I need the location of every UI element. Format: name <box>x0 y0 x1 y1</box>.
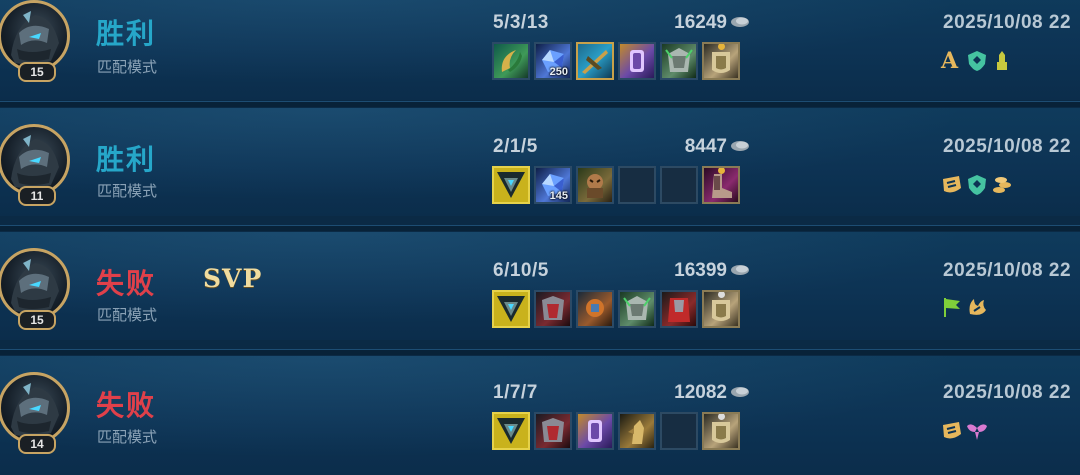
gold-icon <box>731 265 749 275</box>
gold-icon <box>731 141 749 151</box>
claw-mark-icon <box>941 420 963 442</box>
achievement-badges <box>941 420 988 442</box>
purple-banner-icon[interactable] <box>576 412 614 450</box>
game-mode: 匹配模式 <box>97 182 158 200</box>
flame-claw-icon <box>966 296 988 318</box>
game-mode: 匹配模式 <box>97 428 158 446</box>
gold-amount: 16249 <box>674 12 727 33</box>
champion-level: 15 <box>18 62 56 82</box>
sword-tooth-icon[interactable] <box>492 42 530 80</box>
red-cape-armor-icon[interactable] <box>660 290 698 328</box>
achievement-badges: A <box>941 50 1013 72</box>
yellow-triangle-emblem-icon[interactable] <box>492 166 530 204</box>
champion-portrait-icon <box>11 11 59 65</box>
match-date: 2025/10/08 22 <box>943 260 1072 281</box>
row-divider <box>0 225 1080 231</box>
champion-avatar: 11 <box>0 124 72 206</box>
red-dark-armor-icon[interactable] <box>534 412 572 450</box>
boots-trinket-icon[interactable] <box>702 166 740 204</box>
orange-mech-icon[interactable] <box>576 290 614 328</box>
gold-icon <box>731 387 749 397</box>
item-stack-count: 145 <box>549 190 568 202</box>
gold-amount: 8447 <box>684 136 727 157</box>
item-bar <box>492 412 740 450</box>
item-bar: 145 <box>492 166 740 204</box>
gold-armor-trinket-icon[interactable] <box>702 412 740 450</box>
item-stack-count: 250 <box>549 66 568 78</box>
blue-crystal-icon[interactable]: 145 <box>534 166 572 204</box>
gold-statue-icon[interactable] <box>618 412 656 450</box>
empty-item-slot[interactable] <box>618 166 656 204</box>
gold-amount: 12082 <box>674 382 727 403</box>
red-dark-armor-icon[interactable] <box>534 290 572 328</box>
achievement-badges <box>941 174 1013 196</box>
empty-item-slot[interactable] <box>660 166 698 204</box>
trinket-marker <box>718 292 725 298</box>
pink-wings-icon <box>966 420 988 442</box>
empty-item-slot[interactable] <box>660 412 698 450</box>
trinket-marker <box>718 414 725 420</box>
champion-portrait-icon <box>11 383 59 437</box>
match-result: 失败 <box>96 267 157 300</box>
orc-warrior-icon[interactable] <box>576 166 614 204</box>
trinket-marker <box>718 168 725 174</box>
blue-crystal-icon[interactable]: 250 <box>534 42 572 80</box>
tower-icon <box>991 50 1013 72</box>
claw-mark-icon <box>941 174 963 196</box>
match-row[interactable]: 11 胜利 匹配模式 2/1/5 8447 145 2025/10/08 22 <box>0 108 1080 216</box>
match-date: 2025/10/08 22 <box>943 382 1072 403</box>
shield-diamond-icon <box>966 50 988 72</box>
champion-avatar: 15 <box>0 248 72 330</box>
game-mode: 匹配模式 <box>97 58 158 76</box>
row-divider <box>0 101 1080 107</box>
gold-icon <box>731 17 749 27</box>
green-armor-icon[interactable] <box>618 290 656 328</box>
purple-banner-icon[interactable] <box>618 42 656 80</box>
match-result: 胜利 <box>96 143 157 176</box>
yellow-triangle-emblem-icon[interactable] <box>492 412 530 450</box>
green-flag-icon <box>941 296 963 318</box>
gold-armor-trinket-icon[interactable] <box>702 290 740 328</box>
champion-portrait-icon <box>11 135 59 189</box>
champion-level: 11 <box>18 186 56 206</box>
gold-armor-trinket-icon[interactable] <box>702 42 740 80</box>
champion-avatar: 15 <box>0 0 72 82</box>
coin-stack-icon <box>991 174 1013 196</box>
match-result: 失败 <box>96 389 157 422</box>
champion-level: 14 <box>18 434 56 454</box>
match-row[interactable]: 14 失败 匹配模式 1/7/7 12082 2025/10/08 22 <box>0 356 1080 475</box>
svp-badge: SVP <box>203 264 263 293</box>
gold-amount: 16399 <box>674 260 727 281</box>
kda: 5/3/13 <box>493 12 549 33</box>
match-date: 2025/10/08 22 <box>943 136 1072 157</box>
gold-crossbow-icon[interactable] <box>576 42 614 80</box>
champion-portrait-icon <box>11 259 59 313</box>
kda: 2/1/5 <box>493 136 538 157</box>
item-bar <box>492 290 740 328</box>
match-row[interactable]: 15 失败 SVP 匹配模式 6/10/5 16399 2025/10/08 2… <box>0 232 1080 340</box>
kda: 6/10/5 <box>493 260 549 281</box>
green-armor-icon[interactable] <box>660 42 698 80</box>
champion-level: 15 <box>18 310 56 330</box>
match-row[interactable]: 15 胜利 匹配模式 5/3/13 16249 250 2025/10/08 2… <box>0 0 1080 100</box>
item-bar: 250 <box>492 42 740 80</box>
game-mode: 匹配模式 <box>97 306 158 324</box>
champion-avatar: 14 <box>0 372 72 454</box>
match-result: 胜利 <box>96 17 157 50</box>
kda: 1/7/7 <box>493 382 538 403</box>
grade-a-badge: A <box>941 48 959 74</box>
trinket-marker <box>718 44 725 50</box>
achievement-badges <box>941 296 988 318</box>
yellow-triangle-emblem-icon[interactable] <box>492 290 530 328</box>
row-divider <box>0 349 1080 355</box>
match-date: 2025/10/08 22 <box>943 12 1072 33</box>
shield-diamond-icon <box>966 174 988 196</box>
